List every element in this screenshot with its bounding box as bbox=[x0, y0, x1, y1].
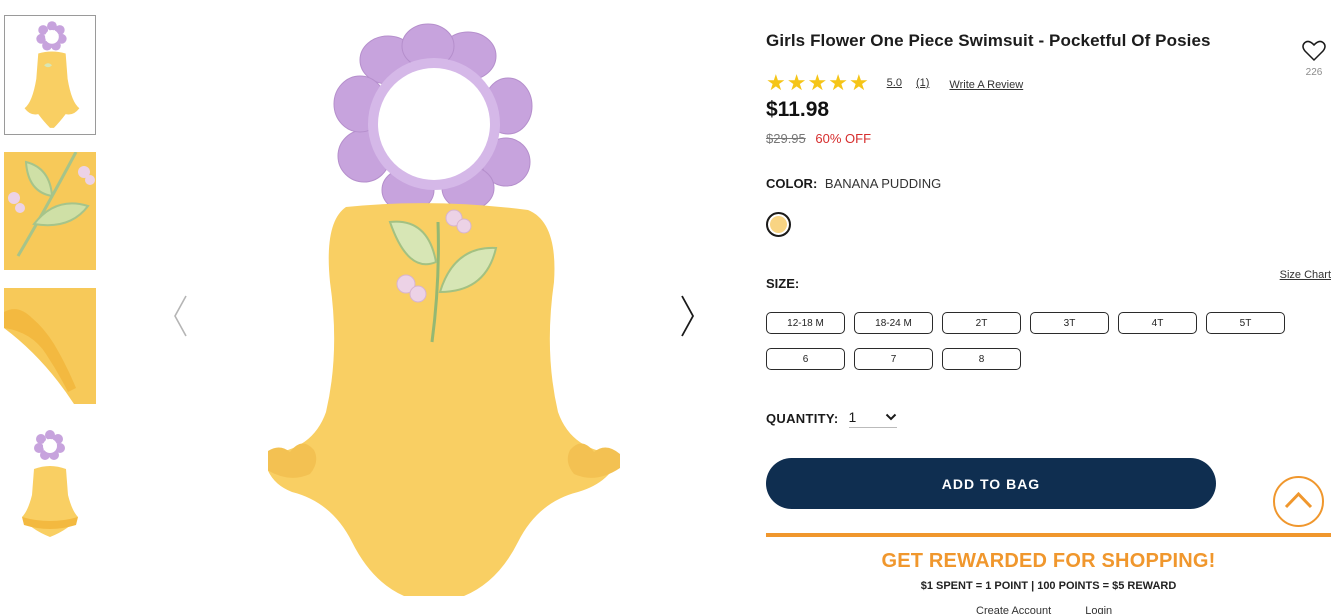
size-option[interactable]: 6 bbox=[766, 348, 845, 370]
back-view-thumbnail-image bbox=[4, 425, 96, 545]
color-selection: COLOR: BANANA PUDDING bbox=[766, 176, 941, 191]
ruffle-detail-thumbnail-image bbox=[4, 288, 96, 404]
size-option[interactable]: 5T bbox=[1206, 312, 1285, 334]
discount-badge: 60% OFF bbox=[815, 131, 872, 146]
chevron-up-icon bbox=[1284, 491, 1313, 509]
star-icon: ★ bbox=[807, 70, 828, 95]
size-option[interactable]: 3T bbox=[1030, 312, 1109, 334]
login-link[interactable]: Login bbox=[1085, 605, 1112, 614]
chevron-right-icon[interactable] bbox=[678, 294, 698, 338]
size-option[interactable]: 8 bbox=[942, 348, 1021, 370]
heart-icon bbox=[1302, 40, 1326, 62]
size-option[interactable]: 2T bbox=[942, 312, 1021, 334]
thumbnail-flower-detail[interactable] bbox=[4, 152, 96, 270]
color-swatch-banana-pudding[interactable] bbox=[766, 212, 791, 237]
add-to-bag-button[interactable]: ADD TO BAG bbox=[766, 458, 1216, 509]
star-icon: ★ bbox=[828, 70, 848, 95]
favorites-count: 226 bbox=[1305, 67, 1323, 78]
size-label: SIZE: bbox=[766, 276, 800, 291]
size-option[interactable]: 7 bbox=[854, 348, 933, 370]
rewards-title: GET REWARDED FOR SHOPPING! bbox=[881, 550, 1216, 572]
product-info-panel: Girls Flower One Piece Swimsuit - Pocket… bbox=[766, 0, 1333, 614]
original-price: $29.95 bbox=[766, 131, 806, 146]
rewards-banner: GET REWARDED FOR SHOPPING! $1 SPENT = 1 … bbox=[766, 550, 1331, 592]
star-icon: ★ bbox=[766, 70, 786, 95]
sale-price: $11.98 bbox=[766, 98, 830, 121]
rating-value-link[interactable]: 5.0 bbox=[887, 77, 902, 89]
rewards-links: Create Account Login bbox=[976, 605, 1112, 614]
product-title: Girls Flower One Piece Swimsuit - Pocket… bbox=[766, 31, 1211, 50]
back-to-top-button[interactable] bbox=[1273, 476, 1324, 527]
quantity-label: QUANTITY: bbox=[766, 411, 839, 426]
star-rating: ★ ★ ★ ★ ★ bbox=[766, 72, 869, 94]
swimsuit-thumbnail-image bbox=[5, 16, 95, 134]
color-label: COLOR: bbox=[766, 176, 818, 191]
write-review-link[interactable]: Write A Review bbox=[949, 79, 1023, 91]
color-value: BANANA PUDDING bbox=[824, 176, 942, 191]
rewards-divider bbox=[766, 533, 1331, 537]
product-main-image bbox=[264, 22, 638, 612]
star-icon: ★ bbox=[786, 70, 807, 95]
rating-count-link[interactable]: (1) bbox=[916, 77, 929, 89]
chevron-down-icon bbox=[885, 413, 896, 421]
quantity-select[interactable]: 1 bbox=[848, 409, 897, 428]
size-option[interactable]: 12-18 M bbox=[766, 312, 845, 334]
star-icon: ★ bbox=[848, 70, 869, 95]
thumbnail-ruffle-detail[interactable] bbox=[4, 288, 96, 404]
size-chart-link[interactable]: Size Chart bbox=[1280, 269, 1331, 281]
size-option[interactable]: 18-24 M bbox=[854, 312, 933, 334]
flower-detail-thumbnail-image bbox=[4, 152, 96, 270]
chevron-left-icon[interactable] bbox=[170, 294, 190, 338]
quantity-value: 1 bbox=[848, 409, 857, 425]
thumbnail-back-view[interactable] bbox=[4, 425, 96, 545]
favorite-button[interactable]: 226 bbox=[1300, 40, 1328, 78]
quantity-row: QUANTITY: 1 bbox=[766, 409, 897, 428]
size-option[interactable]: 4T bbox=[1118, 312, 1197, 334]
price-details: $29.95 60% OFF bbox=[766, 131, 871, 146]
rewards-subtitle: $1 SPENT = 1 POINT | 100 POINTS = $5 REW… bbox=[920, 580, 1177, 592]
rating-row: ★ ★ ★ ★ ★ 5.0 (1) Write A Review bbox=[766, 72, 1023, 94]
thumbnail-front-view[interactable] bbox=[4, 15, 96, 135]
create-account-link[interactable]: Create Account bbox=[976, 605, 1051, 614]
